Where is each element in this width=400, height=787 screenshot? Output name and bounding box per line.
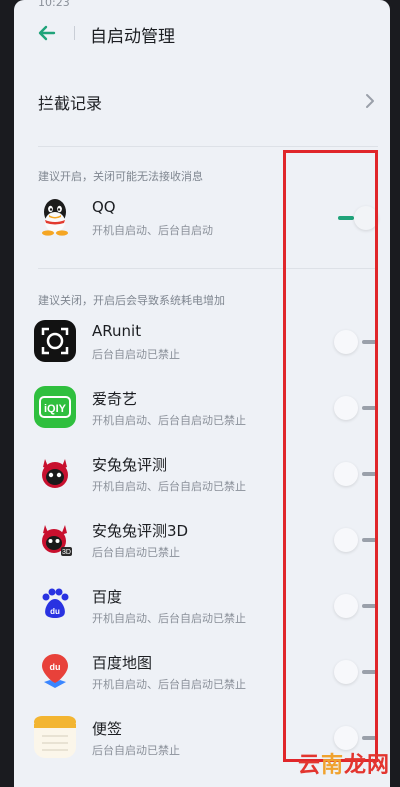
svg-text:iQIY: iQIY [44, 403, 67, 415]
section-header-recommend-off: 建议关闭，开启后会导致系统耗电增加 [38, 294, 225, 307]
status-bar: 10:23 [14, 0, 390, 10]
header-divider [74, 26, 75, 40]
notes-app-icon [34, 716, 76, 758]
antutu-3d-app-icon: 3D [34, 518, 76, 560]
baidu-map-app-icon: du [34, 650, 76, 692]
qq-app-icon [34, 196, 76, 238]
app-status: 开机自启动、后台自启动已禁止 [92, 612, 246, 625]
svg-text:3D: 3D [62, 549, 71, 556]
app-name: 安兔兔评测3D [92, 522, 189, 540]
intercept-log-label: 拦截记录 [38, 94, 103, 113]
app-status: 开机自启动、后台自启动 [92, 224, 213, 237]
arunit-app-icon [34, 320, 76, 362]
watermark-part: 南 [320, 753, 344, 778]
watermark-part: 龙网 [343, 753, 390, 778]
antutu-app-icon [34, 452, 76, 494]
iqiyi-app-icon: iQIY [34, 386, 76, 428]
app-status: 开机自启动、后台自启动已禁止 [92, 480, 246, 493]
header: 自启动管理 [14, 14, 390, 54]
app-status: 开机自启动、后台自启动已禁止 [92, 414, 246, 427]
divider [38, 146, 378, 147]
app-name: QQ [92, 198, 116, 216]
svg-text:du: du [50, 662, 61, 672]
app-status: 开机自启动、后台自启动已禁止 [92, 678, 246, 691]
app-name: 便签 [92, 720, 123, 738]
page-title: 自启动管理 [90, 27, 175, 47]
status-time: 10:23 [38, 0, 70, 9]
app-name: 爱奇艺 [92, 390, 138, 408]
section-header-recommend-on: 建议开启，关闭可能无法接收消息 [38, 170, 203, 183]
baidu-app-icon: du [34, 584, 76, 626]
intercept-log-row[interactable]: 拦截记录 [14, 76, 390, 126]
app-name: 百度 [92, 588, 123, 606]
highlight-box [283, 150, 378, 762]
chevron-right-icon [366, 94, 374, 108]
app-status: 后台自启动已禁止 [92, 348, 180, 361]
app-status: 后台自启动已禁止 [92, 546, 180, 559]
app-name: 百度地图 [92, 654, 153, 672]
watermark-part: 云 [297, 753, 321, 778]
app-status: 后台自启动已禁止 [92, 744, 180, 757]
app-name: ARunit [92, 322, 142, 340]
watermark: 云南龙网 [298, 747, 390, 779]
screen: 10:23 自启动管理 拦截记录 建议开启，关闭可能无法接收消息 QQ 开机自启… [14, 0, 390, 787]
svg-text:du: du [50, 607, 60, 616]
back-arrow-icon[interactable] [36, 22, 58, 44]
app-name: 安兔兔评测 [92, 456, 168, 474]
